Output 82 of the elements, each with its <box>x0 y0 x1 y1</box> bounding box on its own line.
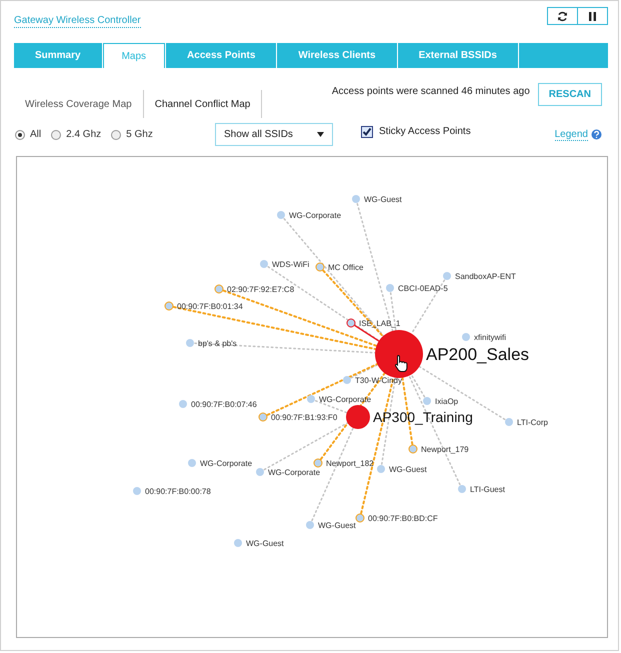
network-node[interactable] <box>356 514 364 522</box>
radio-label: All <box>30 129 42 140</box>
radio-label: 5 Ghz <box>126 129 153 140</box>
network-node[interactable] <box>377 465 385 473</box>
network-label: CBCI-0EAD-5 <box>398 284 448 293</box>
network-node[interactable] <box>306 521 314 529</box>
map-tab[interactable]: Channel Conflict Map <box>144 90 262 118</box>
network-label: WG-Corporate <box>289 211 342 220</box>
network-node[interactable] <box>352 195 360 203</box>
radio-button[interactable] <box>51 130 62 140</box>
network-node[interactable] <box>188 459 196 467</box>
scan-status: Access points were scanned 46 minutes ago <box>332 86 530 97</box>
checkbox[interactable] <box>361 126 373 138</box>
network-label: Newport_182 <box>326 459 374 468</box>
network-node[interactable] <box>386 284 394 292</box>
network-label: bp's & pb's <box>198 339 237 348</box>
network-node[interactable] <box>316 262 324 272</box>
network-node[interactable] <box>343 376 351 384</box>
network-label: WDS-WiFi <box>272 260 310 269</box>
network-node[interactable] <box>258 412 268 422</box>
network-label: LTI-Guest <box>470 485 505 494</box>
network-node[interactable] <box>346 318 356 328</box>
link-line <box>350 364 378 379</box>
network-node[interactable] <box>214 284 224 294</box>
radio-button[interactable] <box>111 130 122 140</box>
network-node[interactable] <box>260 260 268 268</box>
network-node[interactable] <box>443 272 451 280</box>
network-node[interactable] <box>307 395 315 403</box>
network-node[interactable] <box>423 397 431 405</box>
caret-icon <box>317 132 324 137</box>
network-node[interactable] <box>234 539 242 547</box>
tab[interactable]: External BSSIDs <box>398 43 518 68</box>
access-point-node[interactable] <box>375 330 423 378</box>
network-node[interactable] <box>179 400 187 408</box>
network-node[interactable] <box>277 211 285 219</box>
pause-icon <box>589 12 596 20</box>
tab[interactable]: Maps <box>102 43 166 68</box>
hand-cursor-icon <box>394 355 408 372</box>
rescan-button[interactable]: RESCAN <box>538 83 602 106</box>
network-label: 00:90:7F:B1:93:F0 <box>271 413 338 422</box>
network-node[interactable] <box>408 444 418 454</box>
network-label: Newport_179 <box>421 445 469 454</box>
network-label: LTI-Corp <box>517 418 548 427</box>
network-label: 00:90:7F:B0:01:34 <box>177 302 243 311</box>
network-node[interactable] <box>164 302 174 310</box>
network-node[interactable] <box>458 485 466 493</box>
ssid-dropdown[interactable]: Show all SSIDs <box>215 123 333 146</box>
network-label: 00:90:7F:B0:00:78 <box>145 487 211 496</box>
legend-link[interactable]: Legend <box>554 128 588 140</box>
network-node[interactable] <box>462 333 470 341</box>
pause-button[interactable] <box>577 7 608 25</box>
radio-label: 2.4 Ghz <box>66 129 102 140</box>
network-label: MC Office <box>328 263 364 272</box>
network-node[interactable] <box>133 487 141 495</box>
tab[interactable]: Summary <box>14 43 102 68</box>
access-point-label: AP200_Sales <box>426 344 530 364</box>
network-label: WG-Guest <box>246 539 284 548</box>
network-label: WG-Guest <box>364 195 402 204</box>
network-node[interactable] <box>186 339 194 347</box>
checkbox-label: Sticky Access Points <box>379 126 471 137</box>
network-label: WG-Corporate <box>200 459 252 468</box>
network-label: 00:90:7F:B0:07:46 <box>191 400 257 409</box>
help-icon[interactable] <box>591 129 602 140</box>
network-label: 00:90:7F:B0:BD:CF <box>368 514 438 523</box>
network-label: 02:90:7F:92:E7:C8 <box>227 285 294 294</box>
network-node[interactable] <box>256 468 264 476</box>
network-node[interactable] <box>314 458 322 468</box>
network-label: SandboxAP-ENT <box>455 272 516 281</box>
controller-title-link[interactable]: Gateway Wireless Controller <box>14 15 141 28</box>
access-point-node[interactable] <box>346 405 370 429</box>
network-label: WG-Guest <box>389 465 427 474</box>
map-tab[interactable]: Wireless Coverage Map <box>14 90 144 118</box>
network-label: WG-Corporate <box>268 468 320 477</box>
refresh-icon <box>557 10 568 22</box>
network-label: xfinitywifi <box>474 333 506 342</box>
network-label: WG-Guest <box>318 521 356 530</box>
refresh-button[interactable] <box>547 7 578 25</box>
network-label: IxiaOp <box>435 397 458 406</box>
tab[interactable]: Wireless Clients <box>277 43 397 68</box>
radio-button[interactable] <box>15 130 25 140</box>
tab[interactable]: Access Points <box>166 43 276 68</box>
network-node[interactable] <box>505 418 513 426</box>
